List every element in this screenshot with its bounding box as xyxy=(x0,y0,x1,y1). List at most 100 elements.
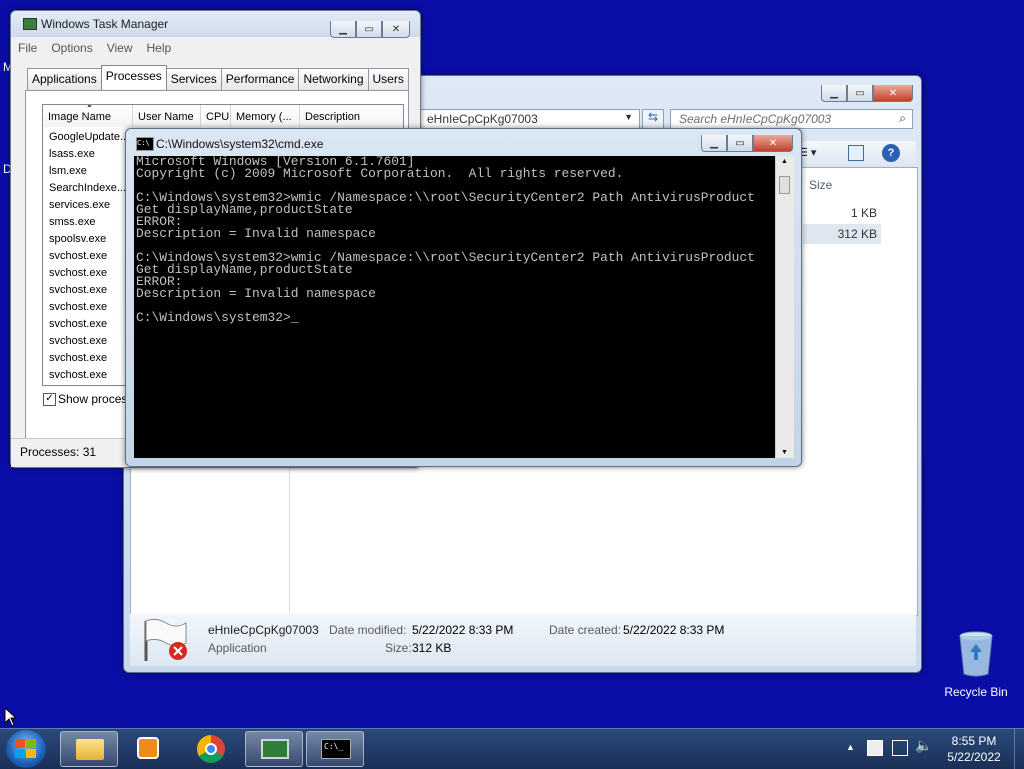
window-title: C:\Windows\system32\cmd.exe xyxy=(156,137,324,151)
recycle-bin-icon xyxy=(959,631,993,677)
address-bar[interactable]: eHnIeCpCpKg07003 ▼ xyxy=(420,109,640,129)
chrome-icon-center xyxy=(205,743,217,755)
task-manager-icon xyxy=(23,18,37,30)
show-hidden-icons-icon[interactable]: ▲ xyxy=(846,742,855,752)
taskbar-task-manager[interactable] xyxy=(245,731,303,767)
action-center-icon[interactable] xyxy=(867,740,883,756)
column-user-name[interactable]: User Name xyxy=(133,105,201,127)
menu-view[interactable]: View xyxy=(100,37,140,57)
maximize-button[interactable]: ▭ xyxy=(356,21,382,38)
process-row[interactable]: svchost.exe xyxy=(49,369,107,381)
column-description[interactable]: Description xyxy=(300,105,403,127)
details-size-value: 312 KB xyxy=(412,641,452,655)
details-file-type: Application xyxy=(208,641,267,655)
menu-file[interactable]: File xyxy=(11,37,44,57)
process-row[interactable]: lsm.exe xyxy=(49,165,87,177)
refresh-button[interactable]: ⇆ xyxy=(642,109,664,129)
close-button[interactable]: ✕ xyxy=(753,135,793,152)
close-button[interactable]: ✕ xyxy=(873,85,913,102)
cmd-window[interactable]: C:\ C:\Windows\system32\cmd.exe ▁ ▭ ✕ Mi… xyxy=(125,128,802,467)
application-icon xyxy=(144,618,187,661)
chevron-down-icon[interactable]: ▼ xyxy=(624,112,633,122)
search-icon[interactable]: ⌕ xyxy=(899,111,906,126)
maximize-button[interactable]: ▭ xyxy=(847,85,873,102)
tab-networking[interactable]: Networking xyxy=(298,68,369,92)
search-placeholder: Search eHnIeCpCpKg07003 xyxy=(679,112,832,126)
folder-icon xyxy=(76,739,104,760)
menu-options[interactable]: Options xyxy=(44,37,99,57)
details-modified-label: Date modified: xyxy=(329,623,407,637)
scroll-thumb[interactable] xyxy=(779,176,790,194)
taskbar: C:\_ ▲ 🔈 8:55 PM 5/22/2022 xyxy=(0,728,1024,769)
cmd-icon: C:\ xyxy=(136,137,154,151)
close-button[interactable]: ✕ xyxy=(382,21,410,38)
sort-ascending-icon: ▲ xyxy=(86,104,93,109)
process-row[interactable]: svchost.exe xyxy=(49,250,107,262)
volume-icon[interactable]: 🔈 xyxy=(915,738,932,754)
process-row[interactable]: GoogleUpdate... xyxy=(49,131,129,143)
process-row[interactable]: spoolsv.exe xyxy=(49,233,106,245)
console-text: Microsoft Windows [Version 6.1.7601] Cop… xyxy=(136,154,755,325)
column-cpu[interactable]: CPU xyxy=(201,105,231,127)
help-icon[interactable]: ? xyxy=(882,144,900,162)
taskbar-media-player[interactable] xyxy=(121,731,179,767)
console-output[interactable]: Microsoft Windows [Version 6.1.7601] Cop… xyxy=(134,154,775,458)
details-modified-value: 5/22/2022 8:33 PM xyxy=(412,623,514,637)
window-title: Windows Task Manager xyxy=(41,17,169,31)
tab-services[interactable]: Services xyxy=(165,68,222,92)
scroll-down-icon[interactable]: ▼ xyxy=(781,449,788,456)
process-row[interactable]: lsass.exe xyxy=(49,148,95,160)
column-memory[interactable]: Memory (... xyxy=(231,105,300,127)
details-size-label: Size: xyxy=(385,641,412,655)
size-column-header[interactable]: Size xyxy=(809,178,832,192)
process-row[interactable]: smss.exe xyxy=(49,216,95,228)
title-bar[interactable]: Windows Task Manager ▁ ▭ ✕ xyxy=(11,11,420,38)
refresh-icon: ⇆ xyxy=(647,110,659,124)
details-pane: eHnIeCpCpKg07003 Application Date modifi… xyxy=(130,614,916,666)
mouse-cursor-icon xyxy=(4,707,16,727)
windows-logo-icon xyxy=(15,739,36,758)
show-processes-checkbox[interactable]: ✓ xyxy=(43,393,56,406)
details-file-name: eHnIeCpCpKg07003 xyxy=(208,623,319,637)
recycle-bin-shortcut[interactable]: Recycle Bin xyxy=(940,630,1012,700)
scroll-up-icon[interactable]: ▲ xyxy=(781,158,788,165)
tab-processes[interactable]: Processes xyxy=(100,65,167,89)
task-manager-icon xyxy=(261,739,289,759)
taskbar-cmd[interactable]: C:\_ xyxy=(306,731,364,767)
minimize-button[interactable]: ▁ xyxy=(330,21,356,38)
cmd-icon: C:\_ xyxy=(321,739,351,759)
recycle-bin-label: Recycle Bin xyxy=(944,685,1008,699)
process-row[interactable]: svchost.exe xyxy=(49,301,107,313)
process-row[interactable]: svchost.exe xyxy=(49,267,107,279)
details-created-value: 5/22/2022 8:33 PM xyxy=(623,623,725,637)
menu-bar: File Options View Help xyxy=(11,37,420,57)
show-desktop-button[interactable] xyxy=(1014,729,1024,769)
vertical-scrollbar[interactable]: ▲ ▼ xyxy=(775,156,794,458)
process-count: Processes: 31 xyxy=(20,445,97,459)
preview-pane-icon[interactable] xyxy=(848,145,864,161)
maximize-button[interactable]: ▭ xyxy=(727,135,753,152)
caption-buttons: ▁ ▭ ✕ xyxy=(701,135,793,153)
tab-performance[interactable]: Performance xyxy=(220,68,300,92)
process-row[interactable]: services.exe xyxy=(49,199,110,211)
process-row[interactable]: svchost.exe xyxy=(49,318,107,330)
tab-applications[interactable]: Applications xyxy=(27,68,102,92)
process-row[interactable]: svchost.exe xyxy=(49,284,107,296)
taskbar-explorer[interactable] xyxy=(60,731,118,767)
minimize-button[interactable]: ▁ xyxy=(821,85,847,102)
media-player-icon xyxy=(137,737,159,759)
search-input[interactable]: Search eHnIeCpCpKg07003 ⌕ xyxy=(670,109,913,129)
process-row[interactable]: SearchIndexe... xyxy=(49,182,126,194)
tab-users[interactable]: Users xyxy=(367,68,409,92)
process-row[interactable]: svchost.exe xyxy=(49,335,107,347)
network-icon[interactable] xyxy=(892,740,908,756)
taskbar-chrome[interactable] xyxy=(182,731,240,767)
minimize-button[interactable]: ▁ xyxy=(701,135,727,152)
menu-help[interactable]: Help xyxy=(140,37,179,57)
start-button[interactable] xyxy=(6,730,46,768)
clock[interactable]: 8:55 PM 5/22/2022 xyxy=(940,733,1008,765)
explorer-caption-buttons: ▁ ▭ ✕ xyxy=(821,85,913,103)
file-size-cell: 312 KB xyxy=(837,227,877,241)
process-row[interactable]: svchost.exe xyxy=(49,352,107,364)
details-created-label: Date created: xyxy=(549,623,622,637)
